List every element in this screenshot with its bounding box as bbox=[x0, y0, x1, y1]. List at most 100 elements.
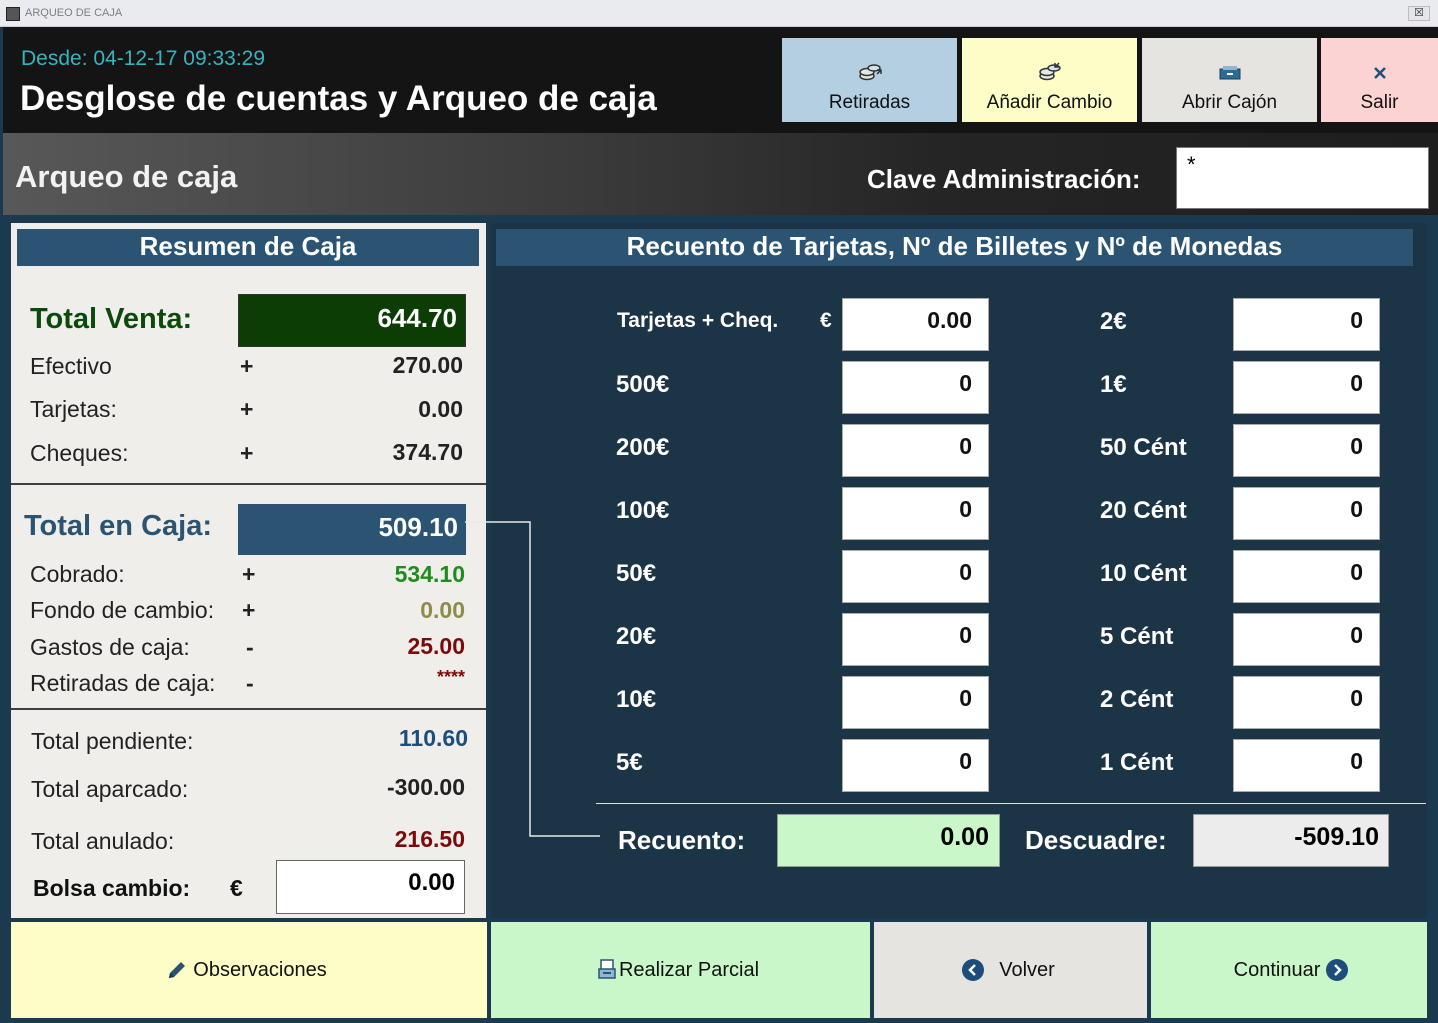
denomination-label: 1 Cént bbox=[1100, 749, 1174, 776]
fondo-sign: + bbox=[242, 597, 256, 623]
gastos-label: Gastos de caja: bbox=[30, 634, 190, 660]
abrir-cajon-label: Abrir Cajón bbox=[1181, 92, 1278, 113]
pendiente-value: 110.60 bbox=[398, 725, 468, 751]
denomination-count-input[interactable]: 0 bbox=[842, 676, 989, 729]
denomination-label: 1€ bbox=[1100, 371, 1127, 398]
coins-add-icon bbox=[1038, 62, 1061, 81]
cobrado-label: Cobrado: bbox=[30, 561, 125, 587]
tarjetas-cheq-euro: € bbox=[820, 309, 832, 332]
recuento-value: 0.00 bbox=[777, 814, 1000, 867]
page-title: Desglose de cuentas y Arqueo de caja bbox=[20, 79, 657, 118]
window-close-button[interactable]: ☒ bbox=[1408, 6, 1430, 21]
observaciones-label: Observaciones bbox=[193, 958, 327, 981]
denomination-count-input[interactable]: 0 bbox=[842, 361, 989, 414]
total-caja-value: 509.10 bbox=[238, 504, 466, 555]
bolsa-cambio-input[interactable]: 0.00 bbox=[276, 860, 465, 914]
retiradas-label: Retiradas bbox=[828, 92, 911, 113]
denomination-count-input[interactable]: 0 bbox=[842, 550, 989, 603]
window-title: ARQUEO DE CAJA bbox=[25, 7, 123, 19]
connector-line bbox=[465, 521, 600, 837]
aparcado-label: Total aparcado: bbox=[31, 776, 189, 802]
bolsa-euro: € bbox=[230, 875, 243, 901]
window-titlebar: ARQUEO DE CAJA ☒ bbox=[0, 0, 1438, 27]
denomination-label: 10€ bbox=[616, 686, 657, 713]
efectivo-sign: + bbox=[240, 353, 254, 379]
denomination-count-input[interactable]: 0 bbox=[842, 739, 989, 792]
clave-admin-input[interactable]: * bbox=[1176, 147, 1429, 209]
tarjetas-cheq-input[interactable]: 0.00 bbox=[842, 298, 989, 351]
divider bbox=[596, 803, 1426, 804]
tarjetas-value: 0.00 bbox=[418, 396, 463, 422]
continuar-label: Continuar bbox=[1233, 958, 1321, 981]
observaciones-button[interactable]: Observaciones bbox=[11, 922, 487, 1018]
tarjetas-sign: + bbox=[240, 396, 254, 422]
salir-button[interactable]: Salir bbox=[1321, 38, 1438, 122]
denomination-label: 5€ bbox=[616, 749, 643, 776]
denomination-label: 2 Cént bbox=[1100, 686, 1174, 713]
arrow-left-circle-icon bbox=[962, 959, 985, 981]
clave-label: Clave Administración: bbox=[867, 164, 1141, 194]
since-timestamp: Desde: 04-12-17 09:33:29 bbox=[21, 47, 266, 70]
aparcado-value: -300.00 bbox=[386, 774, 465, 800]
denomination-label: 500€ bbox=[616, 371, 670, 398]
fondo-label: Fondo de cambio: bbox=[30, 597, 215, 623]
anadir-cambio-label: Añadir Cambio bbox=[986, 92, 1113, 113]
descuadre-value: -509.10 bbox=[1193, 814, 1389, 867]
pendiente-label: Total pendiente: bbox=[31, 728, 194, 754]
denomination-label: 20€ bbox=[616, 623, 657, 650]
cash-drawer-icon bbox=[1219, 66, 1240, 80]
realizar-parcial-button[interactable]: Realizar Parcial bbox=[491, 922, 870, 1018]
denomination-label: 100€ bbox=[616, 497, 670, 524]
total-caja-label: Total en Caja: bbox=[24, 510, 212, 542]
efectivo-label: Efectivo bbox=[30, 353, 112, 379]
realizar-parcial-label: Realizar Parcial bbox=[618, 958, 760, 981]
retiradas-caja-sign: - bbox=[246, 670, 254, 696]
denomination-label: 10 Cént bbox=[1100, 560, 1187, 587]
gastos-sign: - bbox=[246, 634, 254, 660]
denomination-count-input[interactable]: 0 bbox=[1233, 550, 1380, 603]
resumen-title: Resumen de Caja bbox=[17, 229, 479, 266]
denomination-count-input[interactable]: 0 bbox=[1233, 613, 1380, 666]
recuento-label: Recuento: bbox=[618, 825, 746, 855]
abrir-cajon-button[interactable]: Abrir Cajón bbox=[1142, 38, 1317, 122]
total-venta-label: Total Venta: bbox=[30, 303, 193, 335]
denomination-count-input[interactable]: 0 bbox=[1233, 298, 1380, 351]
denomination-count-input[interactable]: 0 bbox=[1233, 739, 1380, 792]
efectivo-value: 270.00 bbox=[392, 352, 463, 378]
anulado-label: Total anulado: bbox=[31, 828, 175, 854]
denomination-count-input[interactable]: 0 bbox=[842, 613, 989, 666]
app-icon bbox=[6, 7, 20, 21]
cobrado-sign: + bbox=[242, 561, 256, 587]
continuar-button[interactable]: Continuar bbox=[1151, 922, 1427, 1018]
anadir-cambio-button[interactable]: Añadir Cambio bbox=[962, 38, 1137, 122]
denomination-count-input[interactable]: 0 bbox=[1233, 424, 1380, 477]
denomination-label: 200€ bbox=[616, 434, 670, 461]
arrow-right-circle-icon bbox=[1326, 959, 1349, 981]
denomination-label: 20 Cént bbox=[1100, 497, 1187, 524]
tarjetas-label: Tarjetas: bbox=[30, 396, 117, 422]
cobrado-value: 534.10 bbox=[394, 561, 465, 587]
fondo-value: 0.00 bbox=[420, 597, 465, 623]
anulado-value: 216.50 bbox=[394, 826, 465, 852]
close-icon bbox=[1373, 67, 1386, 79]
denomination-count-input[interactable]: 0 bbox=[1233, 676, 1380, 729]
denomination-label: 5 Cént bbox=[1100, 623, 1174, 650]
denomination-count-input[interactable]: 0 bbox=[1233, 361, 1380, 414]
coins-withdraw-icon bbox=[858, 64, 882, 81]
salir-label: Salir bbox=[1360, 92, 1399, 113]
bolsa-label: Bolsa cambio: bbox=[33, 875, 191, 901]
cheques-sign: + bbox=[240, 440, 254, 466]
pencil-icon bbox=[169, 962, 186, 978]
denomination-count-input[interactable]: 0 bbox=[842, 424, 989, 477]
retiradas-caja-value: **** bbox=[436, 667, 465, 687]
retiradas-button[interactable]: Retiradas bbox=[782, 38, 957, 122]
denomination-label: 2€ bbox=[1100, 308, 1127, 335]
volver-button[interactable]: Volver bbox=[874, 922, 1147, 1018]
descuadre-label: Descuadre: bbox=[1025, 825, 1167, 855]
retiradas-caja-label: Retiradas de caja: bbox=[30, 670, 216, 696]
denomination-count-input[interactable]: 0 bbox=[1233, 487, 1380, 540]
denomination-count-input[interactable]: 0 bbox=[842, 487, 989, 540]
denomination-label: 50 Cént bbox=[1100, 434, 1187, 461]
gastos-value: 25.00 bbox=[407, 633, 465, 659]
tarjetas-cheq-label: Tarjetas + Cheq. bbox=[617, 309, 779, 332]
